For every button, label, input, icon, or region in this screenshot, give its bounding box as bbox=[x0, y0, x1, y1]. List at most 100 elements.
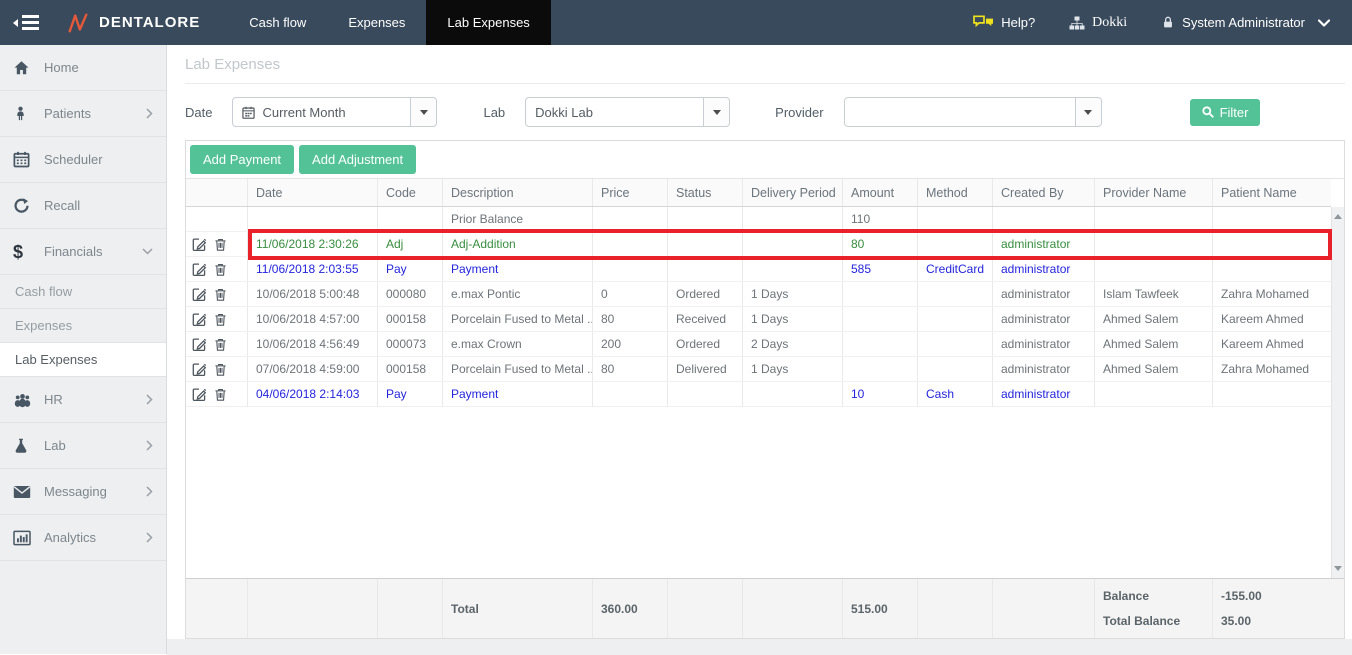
delete-row-button[interactable] bbox=[214, 262, 227, 277]
sidebar-item-lab[interactable]: Lab bbox=[0, 423, 166, 469]
table-row[interactable]: 10/06/2018 4:57:00 000158 Porcelain Fused … bbox=[186, 307, 1331, 332]
user-menu[interactable]: System Administrator bbox=[1161, 15, 1330, 30]
column-header-description[interactable]: Description bbox=[443, 179, 593, 206]
delete-row-button[interactable] bbox=[214, 337, 227, 352]
cell-date: 10/06/2018 4:57:00 bbox=[248, 307, 378, 331]
lab-dropdown-button[interactable] bbox=[703, 98, 730, 126]
sidebar-collapse-button[interactable] bbox=[0, 0, 52, 45]
top-navbar: DENTALORE Cash flow Expenses Lab Expenses … bbox=[0, 0, 1352, 45]
sidebar-item-messaging[interactable]: Messaging bbox=[0, 469, 166, 515]
edit-row-button[interactable] bbox=[192, 312, 207, 327]
cell-patient bbox=[1213, 232, 1331, 256]
brand[interactable]: DENTALORE bbox=[66, 0, 200, 45]
row-actions bbox=[186, 382, 248, 406]
edit-row-button[interactable] bbox=[192, 387, 207, 402]
cell-patient bbox=[1213, 257, 1331, 281]
cell-patient bbox=[1213, 382, 1331, 406]
cell-delivery: 1 Days bbox=[743, 357, 843, 381]
column-header-delivery-period[interactable]: Delivery Period bbox=[743, 179, 843, 206]
provider-filter-dropdown[interactable] bbox=[843, 97, 1102, 127]
date-dropdown-button[interactable] bbox=[410, 98, 437, 126]
sidebar-item-analytics[interactable]: Analytics bbox=[0, 515, 166, 561]
clinic-menu[interactable]: Dokki bbox=[1069, 15, 1127, 31]
edit-row-button[interactable] bbox=[192, 287, 207, 302]
sidebar-item-home[interactable]: Home bbox=[0, 45, 166, 91]
cell-status: Ordered bbox=[668, 332, 743, 356]
column-header-price[interactable]: Price bbox=[593, 179, 668, 206]
cell-description: Adj-Addition bbox=[443, 232, 593, 256]
sidebar-item-patients[interactable]: Patients bbox=[0, 91, 166, 137]
filter-button[interactable]: Filter bbox=[1189, 98, 1261, 126]
delete-row-button[interactable] bbox=[214, 237, 227, 252]
caret-down-icon bbox=[1084, 109, 1093, 115]
column-header-method[interactable]: Method bbox=[918, 179, 993, 206]
table-row[interactable]: 11/06/2018 2:03:55 Pay Payment 585 CreditCar… bbox=[186, 257, 1331, 282]
chevron-right-icon bbox=[146, 532, 153, 543]
scroll-up-icon[interactable] bbox=[1334, 214, 1342, 219]
cell-amount: 110 bbox=[843, 207, 918, 231]
sidebar-subitem-expenses[interactable]: Expenses bbox=[0, 309, 166, 343]
delete-row-button[interactable] bbox=[214, 362, 227, 377]
lock-icon bbox=[1161, 15, 1175, 30]
scroll-down-icon[interactable] bbox=[1334, 566, 1342, 571]
column-header-patient-name[interactable]: Patient Name bbox=[1213, 179, 1331, 206]
provider-dropdown-button[interactable] bbox=[1074, 98, 1101, 126]
sidebar-subitem-lab-expenses[interactable]: Lab Expenses bbox=[0, 343, 166, 377]
provider-filter-label: Provider bbox=[775, 104, 824, 120]
edit-row-button[interactable] bbox=[192, 362, 207, 377]
sidebar-item-label: Analytics bbox=[44, 530, 97, 545]
date-filter-dropdown[interactable]: Current Month bbox=[232, 97, 438, 127]
tab-cash-flow[interactable]: Cash flow bbox=[228, 0, 327, 45]
chevron-right-icon bbox=[146, 108, 153, 119]
tab-lab-expenses[interactable]: Lab Expenses bbox=[426, 0, 551, 45]
sidebar-item-scheduler[interactable]: Scheduler bbox=[0, 137, 166, 183]
add-adjustment-button[interactable]: Add Adjustment bbox=[299, 145, 417, 174]
sidebar-subitem-cash-flow[interactable]: Cash flow bbox=[0, 275, 166, 309]
balance-value: -155.00 bbox=[1221, 589, 1262, 603]
table-row[interactable]: 07/06/2018 4:59:00 000158 Porcelain Fused … bbox=[186, 357, 1331, 382]
chevron-right-icon bbox=[146, 486, 153, 497]
help-menu[interactable]: Help? bbox=[973, 15, 1035, 30]
edit-row-button[interactable] bbox=[192, 237, 207, 252]
table-row[interactable]: 10/06/2018 5:00:48 000080 e.max Pontic 0 Ord… bbox=[186, 282, 1331, 307]
delete-row-button[interactable] bbox=[214, 287, 227, 302]
cell-price: 80 bbox=[593, 307, 668, 331]
column-header-created-by[interactable]: Created By bbox=[993, 179, 1095, 206]
vertical-scrollbar[interactable] bbox=[1331, 207, 1344, 578]
delete-row-button[interactable] bbox=[214, 387, 227, 402]
table-row[interactable]: 04/06/2018 2:14:03 Pay Payment 10 Cash admini… bbox=[186, 382, 1331, 407]
table-row[interactable]: 10/06/2018 4:56:49 000073 e.max Crown 200 Or… bbox=[186, 332, 1331, 357]
cell-method bbox=[918, 332, 993, 356]
cell-created-by: administrator bbox=[993, 282, 1095, 306]
summary-total-amount: 515.00 bbox=[843, 579, 918, 638]
column-header-code[interactable]: Code bbox=[378, 179, 443, 206]
cell-provider bbox=[1095, 207, 1213, 231]
row-actions bbox=[186, 332, 248, 356]
filter-button-label: Filter bbox=[1219, 104, 1249, 120]
column-header-date[interactable]: Date bbox=[248, 179, 378, 206]
column-header-amount[interactable]: Amount bbox=[843, 179, 918, 206]
table-row[interactable]: 11/06/2018 2:30:26 Adj Adj-Addition 80 admin… bbox=[186, 229, 1332, 260]
cell-price: 0 bbox=[593, 282, 668, 306]
cell-code: Pay bbox=[378, 382, 443, 406]
cell-created-by: administrator bbox=[993, 382, 1095, 406]
column-header-provider-name[interactable]: Provider Name bbox=[1095, 179, 1213, 206]
edit-row-button[interactable] bbox=[192, 262, 207, 277]
lab-filter-dropdown[interactable]: Dokki Lab bbox=[525, 97, 731, 127]
column-header-status[interactable]: Status bbox=[668, 179, 743, 206]
cell-provider: Ahmed Salem bbox=[1095, 332, 1213, 356]
cell-status bbox=[668, 382, 743, 406]
table-row[interactable]: Prior Balance 110 bbox=[186, 207, 1331, 232]
sidebar-item-recall[interactable]: Recall bbox=[0, 183, 166, 229]
sidebar-item-hr[interactable]: HR bbox=[0, 377, 166, 423]
total-balance-label: Total Balance bbox=[1103, 614, 1181, 628]
clinic-label: Dokki bbox=[1092, 14, 1128, 30]
row-actions bbox=[186, 307, 248, 331]
sidebar-item-financials[interactable]: $ Financials bbox=[0, 229, 166, 275]
delete-row-button[interactable] bbox=[214, 312, 227, 327]
add-payment-button[interactable]: Add Payment bbox=[190, 145, 295, 174]
tab-expenses[interactable]: Expenses bbox=[327, 0, 426, 45]
cell-amount bbox=[843, 282, 918, 306]
cell-created-by bbox=[993, 207, 1095, 231]
edit-row-button[interactable] bbox=[192, 337, 207, 352]
